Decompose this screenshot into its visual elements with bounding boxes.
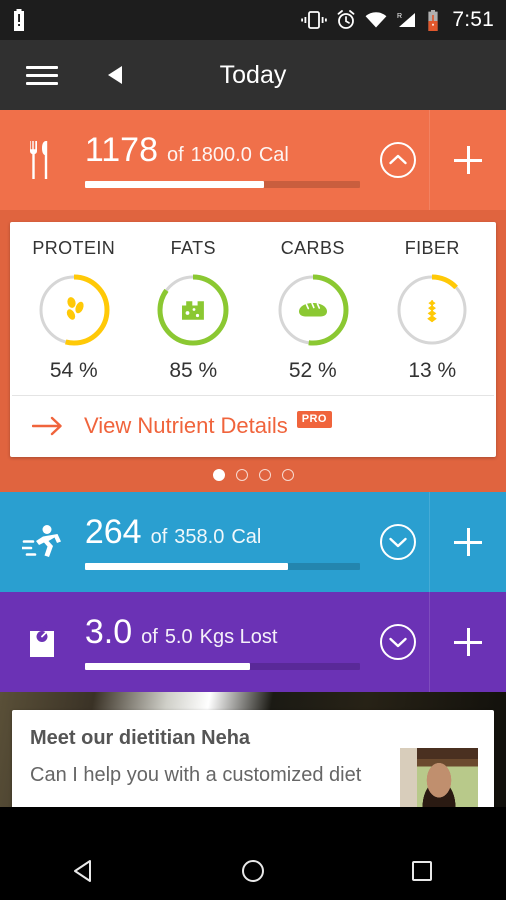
status-bar-right: R 7:51 xyxy=(301,8,494,32)
battery-alert-icon xyxy=(14,9,24,31)
exercise-unit: Cal xyxy=(231,525,262,548)
dietitian-title: Meet our dietitian Neha xyxy=(30,727,251,749)
fats-ring xyxy=(157,274,229,346)
nutrient-rings: PROTEIN 54 % FATS 85 % CARBS 52 % FIBER … xyxy=(10,222,496,395)
dietitian-photo xyxy=(400,748,478,807)
nutrient-protein[interactable]: PROTEIN 54 % xyxy=(14,238,134,383)
chevron-down-circle-icon[interactable] xyxy=(368,492,429,592)
hamburger-bar xyxy=(26,81,58,85)
carousel-pager[interactable] xyxy=(10,457,496,492)
svg-text:R: R xyxy=(397,13,402,20)
weighing-scale-icon xyxy=(0,592,85,692)
hamburger-bar xyxy=(26,73,58,77)
chevron-down-circle-icon[interactable] xyxy=(368,592,429,692)
pager-dot-3[interactable] xyxy=(258,469,271,481)
arrow-right-icon xyxy=(32,415,64,437)
weight-of-label: of xyxy=(141,625,158,648)
nutrient-card: PROTEIN 54 % FATS 85 % CARBS 52 % FIBER … xyxy=(10,222,496,457)
chevron-up-circle-icon[interactable] xyxy=(368,110,429,210)
add-exercise-button[interactable] xyxy=(429,492,506,592)
weight-unit: Kgs Lost xyxy=(199,625,278,648)
bread-icon xyxy=(298,302,327,317)
nutrient-percent: 13 % xyxy=(408,359,457,382)
alarm-icon xyxy=(337,10,355,29)
exercise-current: 264 xyxy=(84,512,142,551)
fork-knife-icon xyxy=(0,110,85,210)
nutrient-label: PROTEIN xyxy=(32,238,116,258)
calories-body: 1178 of 1800.0 Cal xyxy=(84,110,368,210)
wheat-icon xyxy=(427,300,438,323)
android-nav-bar xyxy=(0,842,506,900)
weight-progress-fill xyxy=(84,662,250,670)
pager-dot-4[interactable] xyxy=(281,469,294,481)
battery-low-icon xyxy=(428,9,438,31)
status-bar-clock: 7:51 xyxy=(452,8,494,31)
app-bar: Today xyxy=(0,40,506,110)
exercise-row[interactable]: 264 of 358.0 Cal xyxy=(0,492,506,592)
nav-back-icon[interactable] xyxy=(39,858,129,884)
weight-progress-track xyxy=(84,662,360,670)
nutrient-label: FATS xyxy=(170,238,216,258)
nutrient-percent: 54 % xyxy=(49,359,98,382)
nutrient-label: FIBER xyxy=(404,238,460,258)
nutrient-carbs[interactable]: CARBS 52 % xyxy=(253,238,373,383)
page-title: Today xyxy=(219,60,287,89)
nav-home-icon[interactable] xyxy=(208,858,298,884)
nutrient-card-region: PROTEIN 54 % FATS 85 % CARBS 52 % FIBER … xyxy=(0,210,506,492)
carbs-ring xyxy=(277,274,349,346)
wifi-icon xyxy=(365,12,387,28)
exercise-goal: 358.0 xyxy=(174,525,225,548)
back-triangle-icon[interactable] xyxy=(98,65,132,85)
exercise-text: 264 of 358.0 Cal xyxy=(85,515,360,549)
calories-progress-fill xyxy=(84,180,264,188)
status-bar-left xyxy=(12,9,26,31)
fiber-ring xyxy=(396,274,468,346)
calories-progress-track xyxy=(84,180,360,188)
plus-icon xyxy=(454,628,483,656)
hamburger-menu-icon[interactable] xyxy=(14,65,70,85)
calories-unit: Cal xyxy=(258,143,289,166)
weight-current: 3.0 xyxy=(84,612,133,651)
hamburger-bar xyxy=(26,65,58,69)
cheese-icon xyxy=(182,301,205,320)
exercise-body: 264 of 358.0 Cal xyxy=(84,492,368,592)
calories-row[interactable]: 1178 of 1800.0 Cal xyxy=(0,110,506,210)
pager-dot-2[interactable] xyxy=(235,469,248,481)
weight-row[interactable]: 3.0 of 5.0 Kgs Lost xyxy=(0,592,506,692)
nutrient-label: CARBS xyxy=(280,238,345,258)
view-nutrient-details-label: View Nutrient Details xyxy=(84,413,288,438)
runner-icon xyxy=(0,492,85,592)
beans-icon xyxy=(66,297,84,320)
dietitian-card[interactable]: Meet our dietitian Neha Can I help you w… xyxy=(12,710,494,807)
weight-body: 3.0 of 5.0 Kgs Lost xyxy=(84,592,368,692)
vibrate-icon xyxy=(301,11,328,29)
calories-text: 1178 of 1800.0 Cal xyxy=(85,133,360,167)
dietitian-region: Meet our dietitian Neha Can I help you w… xyxy=(0,692,506,807)
weight-text: 3.0 of 5.0 Kgs Lost xyxy=(85,615,360,649)
exercise-progress-fill xyxy=(84,562,289,570)
nutrient-percent: 85 % xyxy=(169,359,218,382)
status-bar: R 7:51 xyxy=(0,0,506,40)
plus-icon xyxy=(454,528,483,556)
plus-icon xyxy=(454,146,483,174)
exercise-progress-track xyxy=(84,562,360,570)
calories-current: 1178 xyxy=(84,130,158,169)
pager-dot-1[interactable] xyxy=(212,469,225,481)
calories-goal: 1800.0 xyxy=(190,143,252,166)
add-food-button[interactable] xyxy=(429,110,506,210)
view-nutrient-details-button[interactable]: View Nutrient Details PRO xyxy=(10,396,496,457)
weight-goal: 5.0 xyxy=(164,625,193,648)
signal-roaming-icon: R xyxy=(397,13,416,27)
nutrient-fats[interactable]: FATS 85 % xyxy=(134,238,254,383)
nutrient-fiber[interactable]: FIBER 13 % xyxy=(373,238,493,383)
pro-badge: PRO xyxy=(296,410,332,428)
add-weight-button[interactable] xyxy=(429,592,506,692)
protein-ring xyxy=(38,274,110,346)
exercise-of-label: of xyxy=(150,525,168,548)
calories-of-label: of xyxy=(166,143,184,166)
phone-screen: R 7:51 Today 1178 of 1800.0 Cal PROTEIN … xyxy=(0,0,506,900)
nav-recents-icon[interactable] xyxy=(377,859,467,883)
nutrient-percent: 52 % xyxy=(288,359,337,382)
